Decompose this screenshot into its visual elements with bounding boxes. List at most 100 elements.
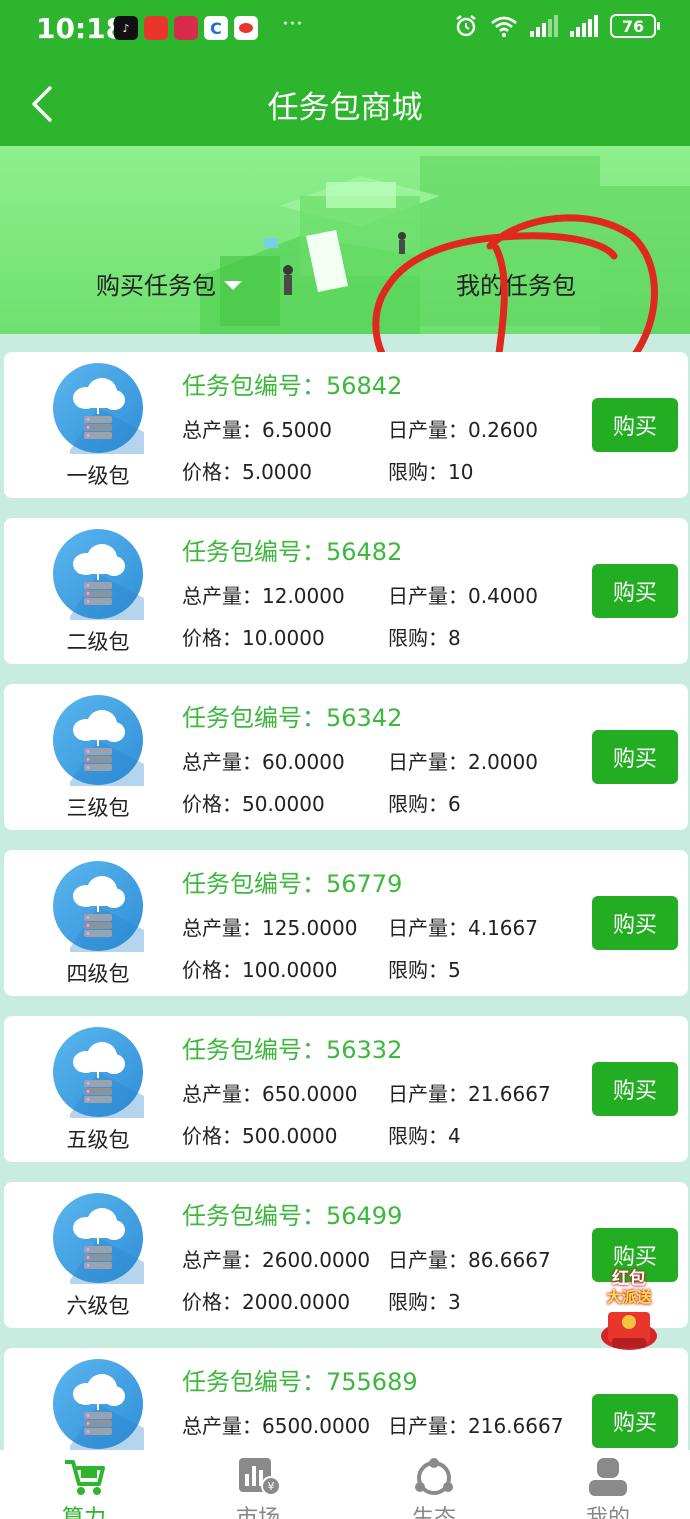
status-app-icons: ♪ C — [114, 16, 258, 40]
red-packet-line2: 大派送 — [606, 1288, 652, 1306]
limit-label: 限购： — [388, 626, 448, 650]
package-number-label: 任务包编号： — [182, 1202, 326, 1230]
buy-button[interactable]: 购买 — [592, 1062, 678, 1116]
package-output-row: 总产量：125.0000 日产量：4.1667 — [182, 912, 538, 941]
package-price-row: 价格：100.0000 限购：5 — [182, 954, 461, 983]
package-output-row: 总产量：6.5000 日产量：0.2600 — [182, 414, 538, 443]
cloud-server-icon — [52, 1026, 144, 1118]
total-output-value: 60.0000 — [262, 750, 345, 774]
package-number-label: 任务包编号： — [182, 1368, 326, 1396]
app-notification-icon — [144, 16, 168, 40]
package-output-row: 总产量：6500.0000 日产量：216.6667 — [182, 1410, 563, 1439]
cloud-server-icon — [52, 860, 144, 952]
total-output-label: 总产量： — [182, 750, 262, 774]
limit-label: 限购： — [388, 1124, 448, 1148]
daily-output-value: 0.4000 — [468, 584, 538, 608]
package-price-row: 价格：2000.0000 限购：3 — [182, 1286, 461, 1315]
package-number-label: 任务包编号： — [182, 704, 326, 732]
package-price-row: 价格：500.0000 限购：4 — [182, 1120, 461, 1149]
limit-value: 4 — [448, 1124, 461, 1148]
package-number: 任务包编号：56332 — [182, 1030, 402, 1065]
buy-button[interactable]: 购买 — [592, 564, 678, 618]
package-number-label: 任务包编号： — [182, 538, 326, 566]
total-output-value: 650.0000 — [262, 1082, 358, 1106]
package-output-row: 总产量：650.0000 日产量：21.6667 — [182, 1078, 551, 1107]
limit-label: 限购： — [388, 792, 448, 816]
red-packet-button[interactable]: 红包 大派送 — [596, 1262, 662, 1352]
total-output-label: 总产量： — [182, 418, 262, 442]
package-number-value: 56342 — [326, 704, 403, 732]
tiktok-icon: ♪ — [114, 16, 138, 40]
tab-ecology[interactable]: 生态 — [384, 1456, 484, 1519]
daily-output-value: 216.6667 — [468, 1414, 564, 1438]
limit-label: 限购： — [388, 1290, 448, 1314]
banner-illustration — [200, 156, 690, 334]
buy-button[interactable]: 购买 — [592, 730, 678, 784]
package-level: 四级包 — [66, 962, 130, 986]
cloud-server-icon — [52, 1192, 144, 1284]
status-time: 10:18 — [36, 12, 126, 45]
package-number-value: 755689 — [326, 1368, 418, 1396]
total-output-label: 总产量： — [182, 1082, 262, 1106]
package-card: 六级包 任务包编号：56499 总产量：2600.0000 日产量：86.6667 价格… — [4, 1182, 688, 1328]
purchase-limit: 限购：3 — [388, 1286, 461, 1315]
daily-output: 日产量：0.2600 — [388, 414, 538, 443]
limit-value: 6 — [448, 792, 461, 816]
tab-mine-label: 我的 — [585, 1506, 630, 1519]
purchase-limit: 限购：5 — [388, 954, 461, 983]
limit-value: 8 — [448, 626, 461, 650]
daily-output-value: 86.6667 — [468, 1248, 551, 1272]
daily-output-label: 日产量： — [388, 418, 468, 442]
buy-button[interactable]: 购买 — [592, 1394, 678, 1448]
price-value: 100.0000 — [242, 958, 338, 982]
total-output-value: 6500.0000 — [262, 1414, 371, 1438]
browser-icon: C — [204, 16, 228, 40]
tab-mine[interactable]: 我的 — [558, 1456, 658, 1519]
package-number-value: 56499 — [326, 1202, 403, 1230]
tab-my-packages[interactable]: 我的任务包 — [456, 266, 576, 301]
cloud-server-icon — [52, 362, 144, 454]
package-number: 任务包编号：56779 — [182, 864, 402, 899]
status-bar: 10:18 ♪ C ··· 76 — [0, 0, 690, 62]
package-price-row: 价格：10.0000 限购：8 — [182, 622, 461, 651]
buy-button[interactable]: 购买 — [592, 398, 678, 452]
package-number-label: 任务包编号： — [182, 372, 326, 400]
daily-output: 日产量：2.0000 — [388, 746, 538, 775]
package-list: 一级包 任务包编号：56842 总产量：6.5000 日产量：0.2600 价格：5.0… — [4, 352, 688, 1514]
total-output-label: 总产量： — [182, 584, 262, 608]
price-label: 价格： — [182, 792, 242, 816]
total-output-label: 总产量： — [182, 1248, 262, 1272]
price-value: 2000.0000 — [242, 1290, 351, 1314]
tab-market[interactable]: ¥ 市场 — [208, 1456, 308, 1519]
price-value: 5.0000 — [242, 460, 312, 484]
price-label: 价格： — [182, 958, 242, 982]
price-value: 50.0000 — [242, 792, 325, 816]
package-number: 任务包编号：56499 — [182, 1196, 402, 1231]
daily-output-value: 0.2600 — [468, 418, 538, 442]
app-notification-icon — [234, 16, 258, 40]
package-level: 二级包 — [66, 630, 130, 654]
package-number-value: 56779 — [326, 870, 403, 898]
package-number-value: 56332 — [326, 1036, 403, 1064]
banner: 购买任务包 我的任务包 — [0, 146, 690, 334]
price-value: 10.0000 — [242, 626, 325, 650]
daily-output: 日产量：21.6667 — [388, 1078, 551, 1107]
package-output-row: 总产量：12.0000 日产量：0.4000 — [182, 580, 538, 609]
total-output-value: 6.5000 — [262, 418, 332, 442]
cloud-server-icon — [52, 528, 144, 620]
daily-output-value: 21.6667 — [468, 1082, 551, 1106]
wifi-icon — [491, 16, 517, 38]
buy-button[interactable]: 购买 — [592, 896, 678, 950]
total-output-label: 总产量： — [182, 1414, 262, 1438]
tab-suanli[interactable]: 算力 — [34, 1456, 134, 1519]
tab-buy-packages[interactable]: 购买任务包 — [96, 266, 242, 301]
purchase-limit: 限购：10 — [388, 456, 473, 485]
total-output-value: 12.0000 — [262, 584, 345, 608]
limit-label: 限购： — [388, 958, 448, 982]
daily-output-label: 日产量： — [388, 584, 468, 608]
package-number-value: 56482 — [326, 538, 403, 566]
package-output-row: 总产量：2600.0000 日产量：86.6667 — [182, 1244, 551, 1273]
package-level: 一级包 — [66, 464, 130, 488]
page-title: 任务包商城 — [267, 90, 423, 126]
package-card: 一级包 任务包编号：56842 总产量：6.5000 日产量：0.2600 价格：5.0… — [4, 352, 688, 498]
